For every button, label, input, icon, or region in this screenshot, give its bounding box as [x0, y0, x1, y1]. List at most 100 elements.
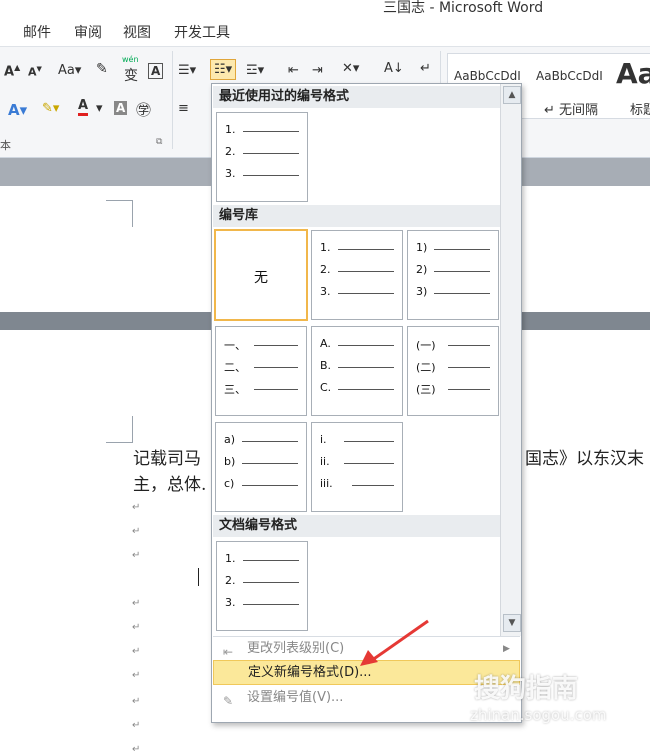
paragraph-mark: ↵ [132, 502, 141, 513]
list-line [243, 582, 299, 583]
list-marker: 3. [320, 285, 331, 298]
list-line [344, 441, 394, 442]
list-line [434, 249, 490, 250]
none-label: 无 [254, 270, 268, 286]
bullets-button[interactable]: ☰▾ [178, 63, 196, 78]
grow-font-button[interactable]: A▲ [4, 63, 20, 79]
margin-corner-mark [106, 200, 133, 227]
style-sample-no-spacing[interactable]: AaBbCcDdI [536, 69, 603, 83]
wen-label: wén [122, 55, 139, 64]
dropdown-scrollbar[interactable]: ▲ ▼ [500, 84, 521, 636]
recent-format-1-2-3[interactable]: 1. 2. 3. [216, 112, 308, 202]
list-line [338, 367, 394, 368]
document-format-1-2-3[interactable]: 1. 2. 3. [216, 541, 308, 631]
list-marker: 1. [225, 123, 236, 136]
list-line [448, 345, 490, 346]
paragraph-mark: ↵ [132, 646, 141, 657]
list-line [242, 485, 298, 486]
increase-indent-button[interactable]: ⇥ [312, 63, 323, 78]
tab-developer[interactable]: 开发工具 [174, 22, 230, 42]
style-name-heading[interactable]: 标题 [630, 99, 650, 118]
font-dialog-launcher-icon[interactable]: ⧉ [156, 137, 162, 147]
style-sample-heading[interactable]: Aa [616, 57, 650, 90]
list-marker: A. [320, 337, 331, 350]
multilevel-list-button[interactable]: ☲▾ [246, 63, 264, 78]
style-sample-normal[interactable]: AaBbCcDdI [454, 69, 521, 83]
doc-line2: 主，总体. [133, 475, 207, 495]
list-line [254, 367, 298, 368]
change-case-button[interactable]: Aa▾ [58, 63, 81, 78]
character-shading-button[interactable]: A [114, 101, 128, 115]
library-format-abc-lower[interactable]: a) b) c) [215, 422, 307, 512]
list-line [344, 463, 394, 464]
submenu-arrow-icon: ▶ [503, 644, 510, 654]
paragraph-mark: ↵ [132, 550, 141, 561]
paragraph-mark: ↵ [132, 744, 141, 755]
list-marker: C. [320, 381, 332, 394]
paragraph-mark: ↵ [132, 720, 141, 731]
list-marker: (二) [416, 361, 436, 374]
library-format-1paren[interactable]: 1) 2) 3) [407, 230, 499, 320]
list-marker: iii. [320, 477, 333, 490]
text-effect-button[interactable]: A▾ [8, 101, 27, 119]
align-left-button[interactable]: ≡ [178, 101, 189, 116]
list-line [338, 293, 394, 294]
font-color-dropdown[interactable]: ▾ [96, 101, 103, 116]
library-format-chinese-paren[interactable]: (一) (二) (三) [407, 326, 499, 416]
scroll-down-arrow-icon[interactable]: ▼ [503, 614, 521, 632]
library-format-roman[interactable]: i. ii. iii. [311, 422, 403, 512]
text-cursor [198, 568, 199, 586]
set-value-icon: ✎ [222, 694, 234, 708]
tab-review[interactable]: 审阅 [74, 22, 102, 42]
library-format-abc-upper[interactable]: A. B. C. [311, 326, 403, 416]
list-marker: 3) [416, 285, 428, 298]
highlight-color-icon[interactable]: ✎▾ [42, 101, 59, 116]
show-marks-button[interactable]: ↵ [420, 61, 431, 76]
paragraph-mark: ↵ [132, 622, 141, 633]
numbering-button[interactable]: ☷▾ [210, 59, 237, 80]
list-line [243, 175, 299, 176]
tab-mailings[interactable]: 邮件 [23, 22, 51, 42]
title-bar: 三国志 - Microsoft Word [0, 0, 650, 16]
clear-format-icon[interactable]: ✎ [96, 61, 108, 77]
list-line [338, 271, 394, 272]
list-marker: B. [320, 359, 332, 372]
style-name-no-spacing[interactable]: ↵ 无间隔 [544, 99, 598, 118]
list-marker: 2) [416, 263, 428, 276]
window-title: 三国志 - Microsoft Word [383, 0, 544, 16]
library-format-chinese[interactable]: 一、 二、 三、 [215, 326, 307, 416]
list-marker: i. [320, 433, 327, 446]
list-line [243, 560, 299, 561]
phonetic-guide-icon[interactable]: 变 [124, 65, 138, 85]
tab-view[interactable]: 视图 [123, 22, 151, 42]
sort-button[interactable]: A↓ [384, 61, 404, 76]
character-border-button[interactable]: A [148, 63, 164, 79]
enclose-characters-icon[interactable]: ㊫ [136, 99, 151, 120]
library-format-none[interactable]: 无 [214, 229, 308, 321]
list-line [242, 463, 298, 464]
scroll-up-arrow-icon[interactable]: ▲ [503, 86, 521, 104]
watermark-brand: 搜狗指南 [474, 674, 579, 704]
font-group-label: 本 [0, 139, 11, 152]
shrink-font-button[interactable]: A▼ [28, 65, 42, 79]
paragraph-mark: ↵ [132, 526, 141, 537]
decrease-indent-button[interactable]: ⇤ [288, 63, 299, 78]
list-marker: 三、 [224, 383, 246, 396]
paragraph-mark: ↵ [132, 670, 141, 681]
list-marker: 一、 [224, 339, 246, 352]
library-format-1-2-3[interactable]: 1. 2. 3. [311, 230, 403, 320]
list-marker: 2. [225, 574, 236, 587]
list-line [448, 389, 490, 390]
numbering-library-header: 编号库 [213, 205, 504, 227]
define-new-number-format-label: 定义新编号格式(D)... [248, 665, 372, 680]
list-line [254, 345, 298, 346]
font-color-button[interactable]: A [78, 99, 89, 116]
document-formats-header: 文档编号格式 [213, 515, 504, 537]
list-line [434, 271, 490, 272]
chinese-layout-button[interactable]: ✕▾ [342, 61, 359, 76]
list-line [254, 389, 298, 390]
list-marker: 2. [225, 145, 236, 158]
list-line [338, 345, 394, 346]
list-line [242, 441, 298, 442]
doc-line1-right: 国志》以东汉末 [525, 449, 644, 469]
